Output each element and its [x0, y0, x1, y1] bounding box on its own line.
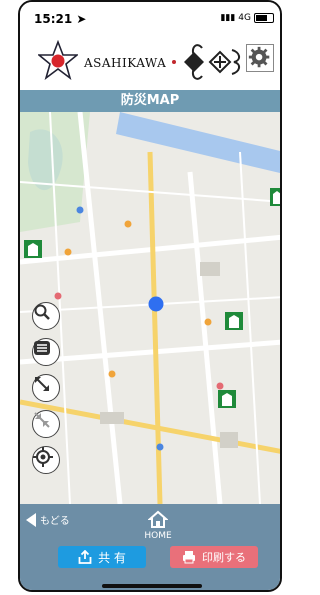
disaster-map[interactable]	[20, 112, 280, 504]
status-time: 15:21 ➤	[34, 12, 87, 26]
back-arrow-icon	[26, 512, 36, 527]
phone-frame: 15:21 ➤ ▮▮▮ 4G ASAHIKAWA 防災MAP もどる HOME …	[18, 0, 282, 592]
status-indicators: ▮▮▮ 4G	[220, 13, 274, 23]
ornament-icon	[172, 44, 240, 80]
search-button[interactable]	[32, 302, 60, 330]
zoom-out-button[interactable]	[32, 410, 60, 438]
brand-name: ASAHIKAWA	[84, 56, 167, 70]
share-button[interactable]: 共 有	[58, 546, 146, 568]
app-header: ASAHIKAWA	[20, 34, 280, 90]
signal-icon: ▮▮▮	[220, 13, 236, 23]
home-indicator[interactable]	[102, 584, 202, 588]
back-label: もどる	[40, 516, 70, 527]
status-bar: 15:21 ➤ ▮▮▮ 4G	[20, 2, 280, 34]
network-label: 4G	[238, 13, 251, 23]
page-title-bar: 防災MAP	[20, 90, 280, 112]
home-icon	[147, 510, 169, 528]
locate-button[interactable]	[32, 446, 60, 474]
back-button[interactable]: もどる	[26, 512, 70, 527]
share-icon	[78, 550, 92, 564]
print-button[interactable]: 印刷する	[170, 546, 258, 568]
search-icon	[34, 304, 50, 320]
shelter-icon[interactable]	[218, 390, 236, 408]
list-icon	[34, 341, 50, 355]
current-location-marker	[148, 296, 164, 312]
list-button[interactable]	[32, 338, 60, 366]
print-label: 印刷する	[202, 551, 246, 564]
settings-button[interactable]	[246, 44, 274, 72]
expand-icon	[35, 377, 49, 391]
map-canvas[interactable]	[20, 112, 280, 504]
gear-icon	[248, 46, 270, 68]
footer-bar: もどる HOME 共 有 印刷する	[20, 504, 280, 590]
locate-icon	[33, 447, 53, 467]
shelter-icon[interactable]	[225, 312, 243, 330]
home-label: HOME	[144, 531, 172, 541]
zoom-in-button[interactable]	[32, 374, 60, 402]
home-button[interactable]: HOME	[138, 510, 178, 541]
shelter-icon[interactable]	[270, 188, 280, 206]
shrink-icon	[34, 412, 50, 428]
share-label: 共 有	[98, 550, 126, 565]
printer-icon	[183, 551, 195, 564]
battery-icon	[254, 13, 274, 23]
asahikawa-logo-icon	[38, 40, 78, 80]
page-title: 防災MAP	[120, 93, 180, 108]
shelter-icon[interactable]	[24, 240, 42, 258]
